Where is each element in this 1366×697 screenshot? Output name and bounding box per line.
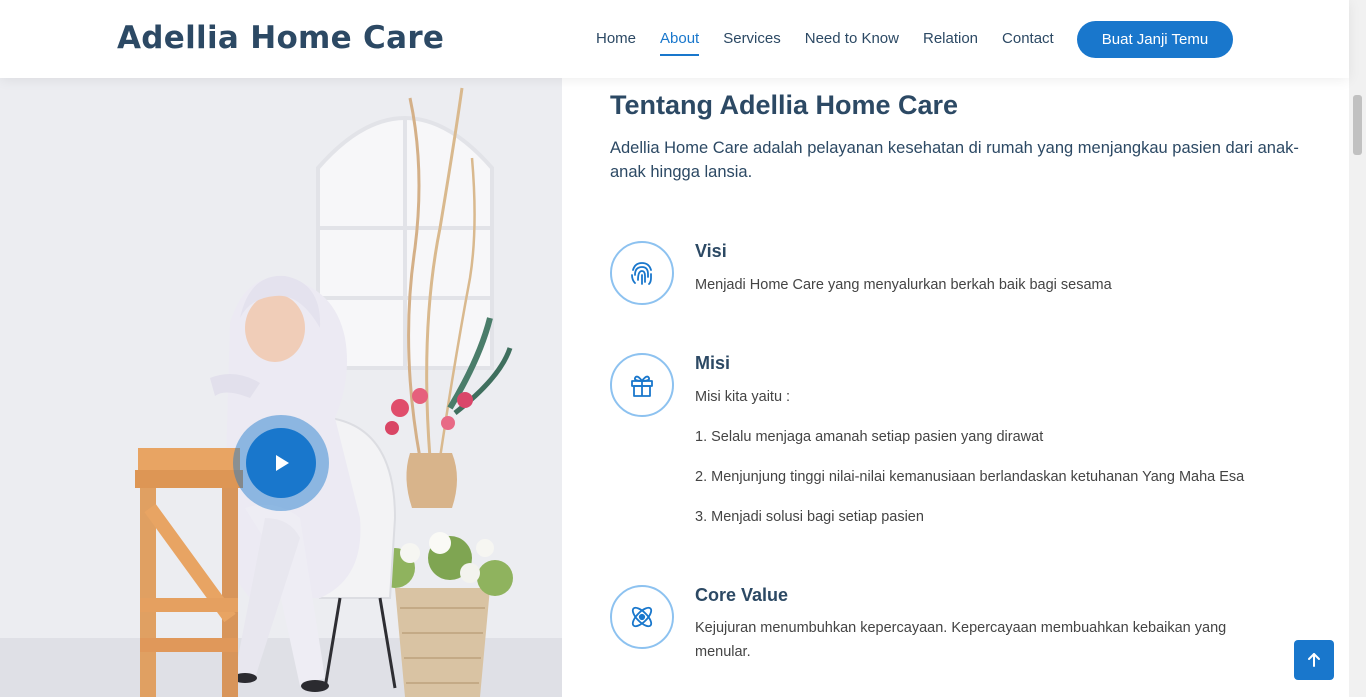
gift-icon bbox=[631, 375, 653, 397]
appointment-button[interactable]: Buat Janji Temu bbox=[1077, 21, 1233, 58]
page-scrollbar[interactable] bbox=[1349, 0, 1366, 697]
nav-services[interactable]: Services bbox=[711, 0, 793, 78]
misi-icon-box bbox=[610, 353, 674, 417]
arrow-up-icon bbox=[1308, 653, 1320, 667]
play-video-button[interactable] bbox=[246, 428, 316, 498]
nav-about[interactable]: About bbox=[648, 0, 711, 78]
nav-home[interactable]: Home bbox=[584, 0, 648, 78]
visi-text: Menjadi Home Care yang menyalurkan berka… bbox=[695, 277, 1112, 293]
site-logo[interactable]: Adellia Home Care bbox=[117, 20, 444, 56]
nav-contact[interactable]: Contact bbox=[990, 0, 1066, 78]
visi-title: Visi bbox=[695, 241, 727, 261]
play-icon bbox=[276, 455, 289, 471]
fingerprint-icon bbox=[631, 262, 652, 285]
core-value-icon-box bbox=[610, 585, 674, 649]
main-nav: Home About Services Need to Know Relatio… bbox=[584, 0, 1066, 78]
about-description: Adellia Home Care adalah pelayanan keseh… bbox=[610, 139, 1299, 181]
misi-item: 2. Menjunjung tinggi nilai-nilai kemanus… bbox=[695, 469, 1245, 485]
misi-item: 1. Selalu menjaga amanah setiap pasien y… bbox=[695, 429, 1044, 445]
atom-icon bbox=[631, 606, 653, 628]
back-to-top-button[interactable] bbox=[1294, 640, 1334, 680]
nurse-photo-illustration bbox=[0, 78, 562, 697]
misi-intro: Misi kita yaitu : bbox=[695, 389, 791, 405]
about-video-thumbnail[interactable] bbox=[0, 78, 562, 697]
misi-title: Misi bbox=[695, 353, 731, 373]
nav-need-to-know[interactable]: Need to Know bbox=[793, 0, 911, 78]
nav-relation[interactable]: Relation bbox=[911, 0, 990, 78]
misi-item: 3. Menjadi solusi bagi setiap pasien bbox=[695, 509, 924, 525]
core-value-title: Core Value bbox=[695, 585, 789, 605]
about-title: Tentang Adellia Home Care bbox=[610, 90, 959, 120]
visi-icon-box bbox=[610, 241, 674, 305]
core-value-text: Kejujuran menumbuhkan kepercayaan. Keper… bbox=[695, 620, 1227, 660]
scrollbar-thumb[interactable] bbox=[1353, 95, 1362, 155]
site-header: Adellia Home Care Home About Services Ne… bbox=[0, 0, 1349, 78]
